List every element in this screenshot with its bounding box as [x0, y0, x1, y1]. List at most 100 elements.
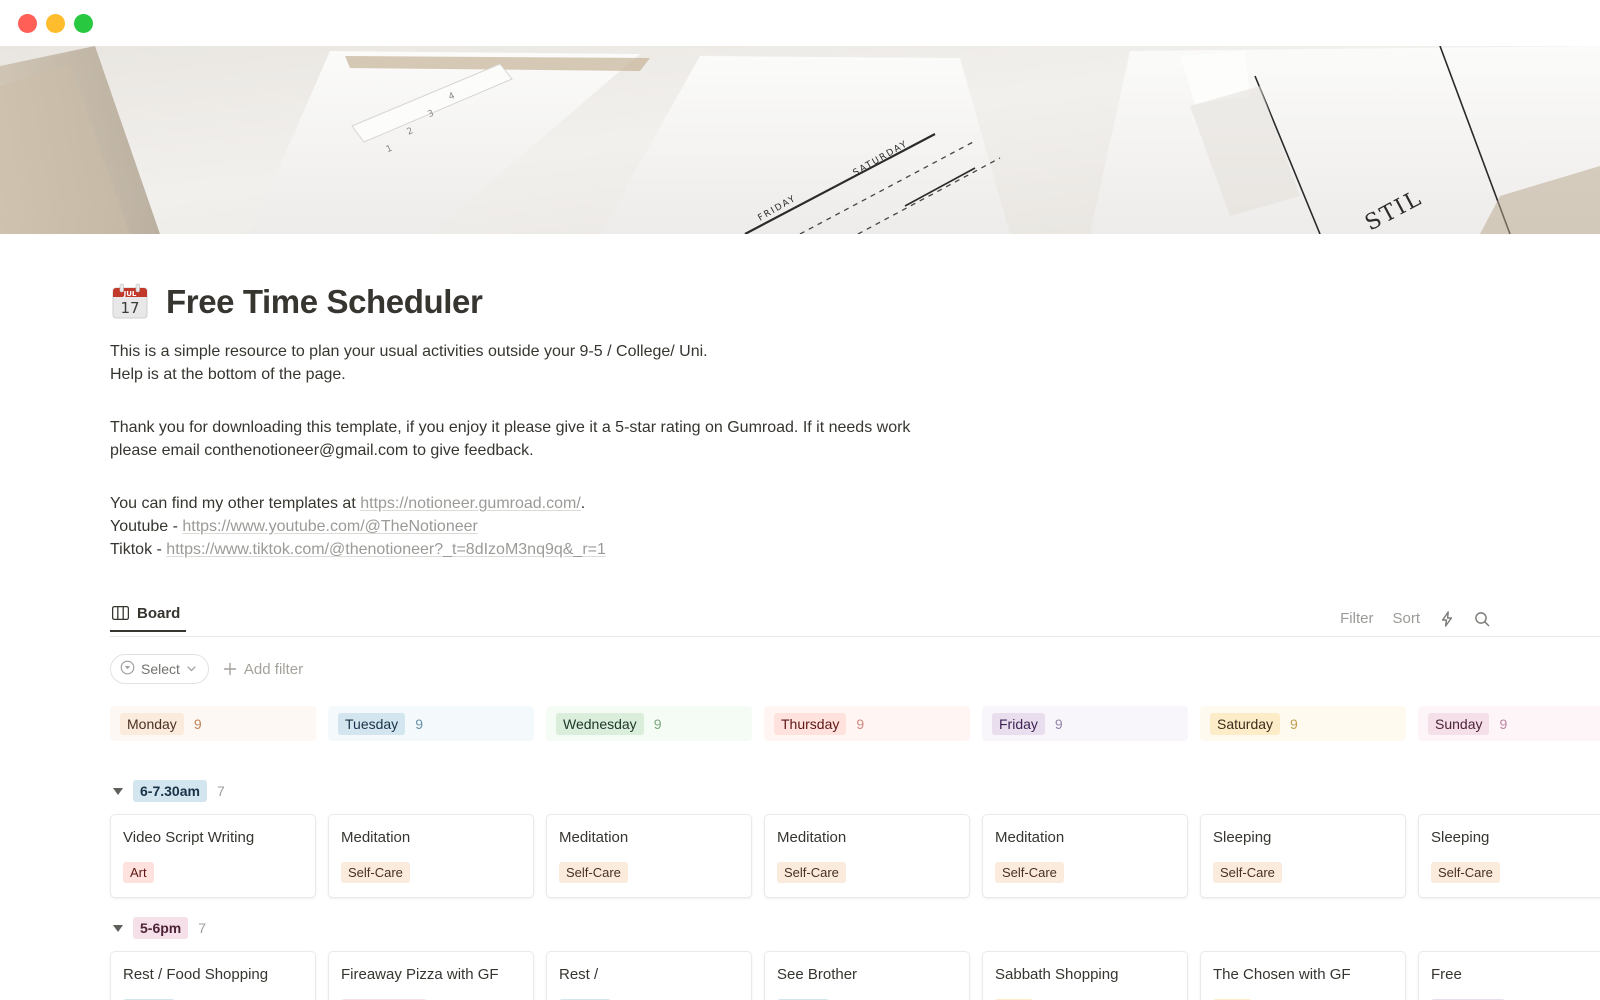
intro-line-2: Help is at the bottom of the page. [110, 366, 346, 383]
card-title: Sabbath Shopping [995, 966, 1119, 983]
board-icon [112, 606, 129, 620]
board-card[interactable]: Meditation Self-Care [328, 814, 534, 898]
card-tag: Self-Care [559, 862, 628, 883]
column-count: 9 [1499, 715, 1508, 732]
board-groups: 6-7.30am 7 Video Script Writing Art Meditati… [110, 777, 1600, 1000]
board-card[interactable]: Meditation Self-Care [546, 814, 752, 898]
intro-paragraph: This is a simple resource to plan your u… [110, 340, 1600, 386]
column-count: 9 [1054, 715, 1063, 732]
group-card-row: Video Script Writing Art Meditation Self-Ca… [110, 814, 1600, 898]
card-title: Sleeping [1213, 829, 1272, 846]
window-title-bar [0, 0, 1600, 46]
group-header: 5-6pm 7 [110, 914, 1600, 942]
minimize-window-button[interactable] [46, 13, 65, 33]
card-title: Meditation [559, 829, 629, 846]
column-header-wednesday[interactable]: Wednesday 9 [546, 706, 752, 741]
sort-button[interactable]: Sort [1392, 610, 1420, 627]
card-title: Fireaway Pizza with GF [341, 966, 499, 983]
intro-line-1: This is a simple resource to plan your u… [110, 343, 708, 360]
tiktok-line: Tiktok - https://www.tiktok.com/@thenoti… [110, 538, 1600, 561]
tiktok-link[interactable]: https://www.tiktok.com/@thenotioneer?_t=… [166, 541, 606, 558]
card-title: Free [1431, 966, 1462, 983]
board-card[interactable]: See BrotherFamily [764, 951, 970, 1000]
card-title: Rest / Food Shopping [123, 966, 269, 983]
board-card[interactable]: Meditation Self-Care [982, 814, 1188, 898]
card-tag: Self-Care [1213, 862, 1282, 883]
card-title: Rest / [559, 966, 599, 983]
board-card[interactable]: Sleeping Self-Care [1200, 814, 1406, 898]
board-card[interactable]: Meditation Self-Care [764, 814, 970, 898]
board-column: Wednesday 9 [546, 706, 752, 741]
thanks-paragraph: Thank you for downloading this template,… [110, 416, 1600, 462]
tab-board-label: Board [137, 604, 181, 622]
column-header-friday[interactable]: Friday 9 [982, 706, 1188, 741]
column-name-pill: Saturday [1210, 712, 1281, 735]
select-filter-label: Select [141, 661, 180, 677]
close-window-button[interactable] [18, 13, 37, 33]
board-card[interactable]: Sleeping Self-Care [1418, 814, 1600, 898]
board-column: Monday 9 [110, 706, 316, 741]
column-header-monday[interactable]: Monday 9 [110, 706, 316, 741]
toolbar-actions: Filter Sort [1340, 610, 1490, 636]
card-tag: Self-Care [995, 862, 1064, 883]
collapse-caret-icon[interactable] [113, 924, 123, 932]
zoom-window-button[interactable] [74, 13, 93, 33]
youtube-link[interactable]: https://www.youtube.com/@TheNotioneer [182, 518, 478, 535]
column-name-pill: Wednesday [556, 712, 644, 735]
group-count: 7 [198, 920, 207, 936]
board-card[interactable]: Fireaway Pizza with GFRelationship [328, 951, 534, 1000]
board-column: Sunday 9 [1418, 706, 1600, 741]
column-header-sunday[interactable]: Sunday 9 [1418, 706, 1600, 741]
card-title: See Brother [777, 966, 858, 983]
column-header-tuesday[interactable]: Tuesday 9 [328, 706, 534, 741]
chevron-down-icon [186, 661, 197, 677]
page-cover-image: 1 2 3 4 FRIDAY SATURDAY STIL [0, 46, 1600, 234]
tab-board[interactable]: Board [110, 604, 187, 632]
links-paragraph: You can find my other templates at https… [110, 492, 1600, 561]
board-column: Friday 9 [982, 706, 1188, 741]
column-count: 9 [193, 715, 202, 732]
gumroad-period: . [580, 495, 586, 512]
card-tag: Self-Care [341, 862, 410, 883]
youtube-line: Youtube - https://www.youtube.com/@TheNo… [110, 515, 1600, 538]
board-card[interactable]: Video Script Writing Art [110, 814, 316, 898]
board-card[interactable]: FreeFree TIme [1418, 951, 1600, 1000]
view-tab-list: Board [110, 599, 187, 636]
board-column-headers: Monday 9 Tuesday 9 Wednesday 9 Thursday 9 Friday… [110, 706, 1600, 761]
add-filter-label: Add filter [243, 660, 304, 678]
column-count: 9 [856, 715, 865, 732]
card-title: The Chosen with GF [1213, 966, 1351, 983]
links-intro-text: You can find my other templates at [110, 495, 361, 512]
board-card[interactable]: Sabbath ShoppingGod [982, 951, 1188, 1000]
group-name-pill[interactable]: 5-6pm [133, 917, 189, 939]
column-name-pill: Sunday [1428, 712, 1490, 735]
filter-button[interactable]: Filter [1340, 610, 1373, 627]
board-card[interactable]: Rest / Food ShoppingFamily [110, 951, 316, 1000]
card-tag: Self-Care [1431, 862, 1500, 883]
plus-icon [223, 662, 237, 676]
column-name-pill: Friday [992, 712, 1045, 735]
group-header: 6-7.30am 7 [110, 777, 1600, 805]
add-filter-button[interactable]: Add filter [223, 661, 303, 678]
calendar-month-label: JUL [123, 290, 137, 298]
collapse-caret-icon[interactable] [113, 787, 123, 795]
gumroad-link[interactable]: https://notioneer.gumroad.com/ [360, 495, 581, 512]
card-tag: Self-Care [777, 862, 846, 883]
gumroad-line: You can find my other templates at https… [110, 492, 1600, 515]
board-card[interactable]: The Chosen with GFGod [1200, 951, 1406, 1000]
column-header-saturday[interactable]: Saturday 9 [1200, 706, 1406, 741]
search-icon[interactable] [1474, 611, 1490, 627]
database-toolbar: Board Filter Sort [110, 599, 1600, 637]
column-name-pill: Monday [120, 712, 184, 735]
select-filter-chip[interactable]: Select [110, 654, 209, 684]
lightning-icon[interactable] [1439, 610, 1455, 627]
group-name-pill[interactable]: 6-7.30am [133, 780, 207, 802]
column-name-pill: Tuesday [338, 712, 406, 735]
card-title: Meditation [995, 829, 1065, 846]
youtube-label: Youtube - [110, 518, 183, 535]
card-title: Video Script Writing [123, 829, 255, 846]
board-card[interactable]: Rest /Family [546, 951, 752, 1000]
board-column: Thursday 9 [764, 706, 970, 741]
column-header-thursday[interactable]: Thursday 9 [764, 706, 970, 741]
group-card-row: Rest / Food ShoppingFamilyFireaway Pizza… [110, 951, 1600, 1000]
